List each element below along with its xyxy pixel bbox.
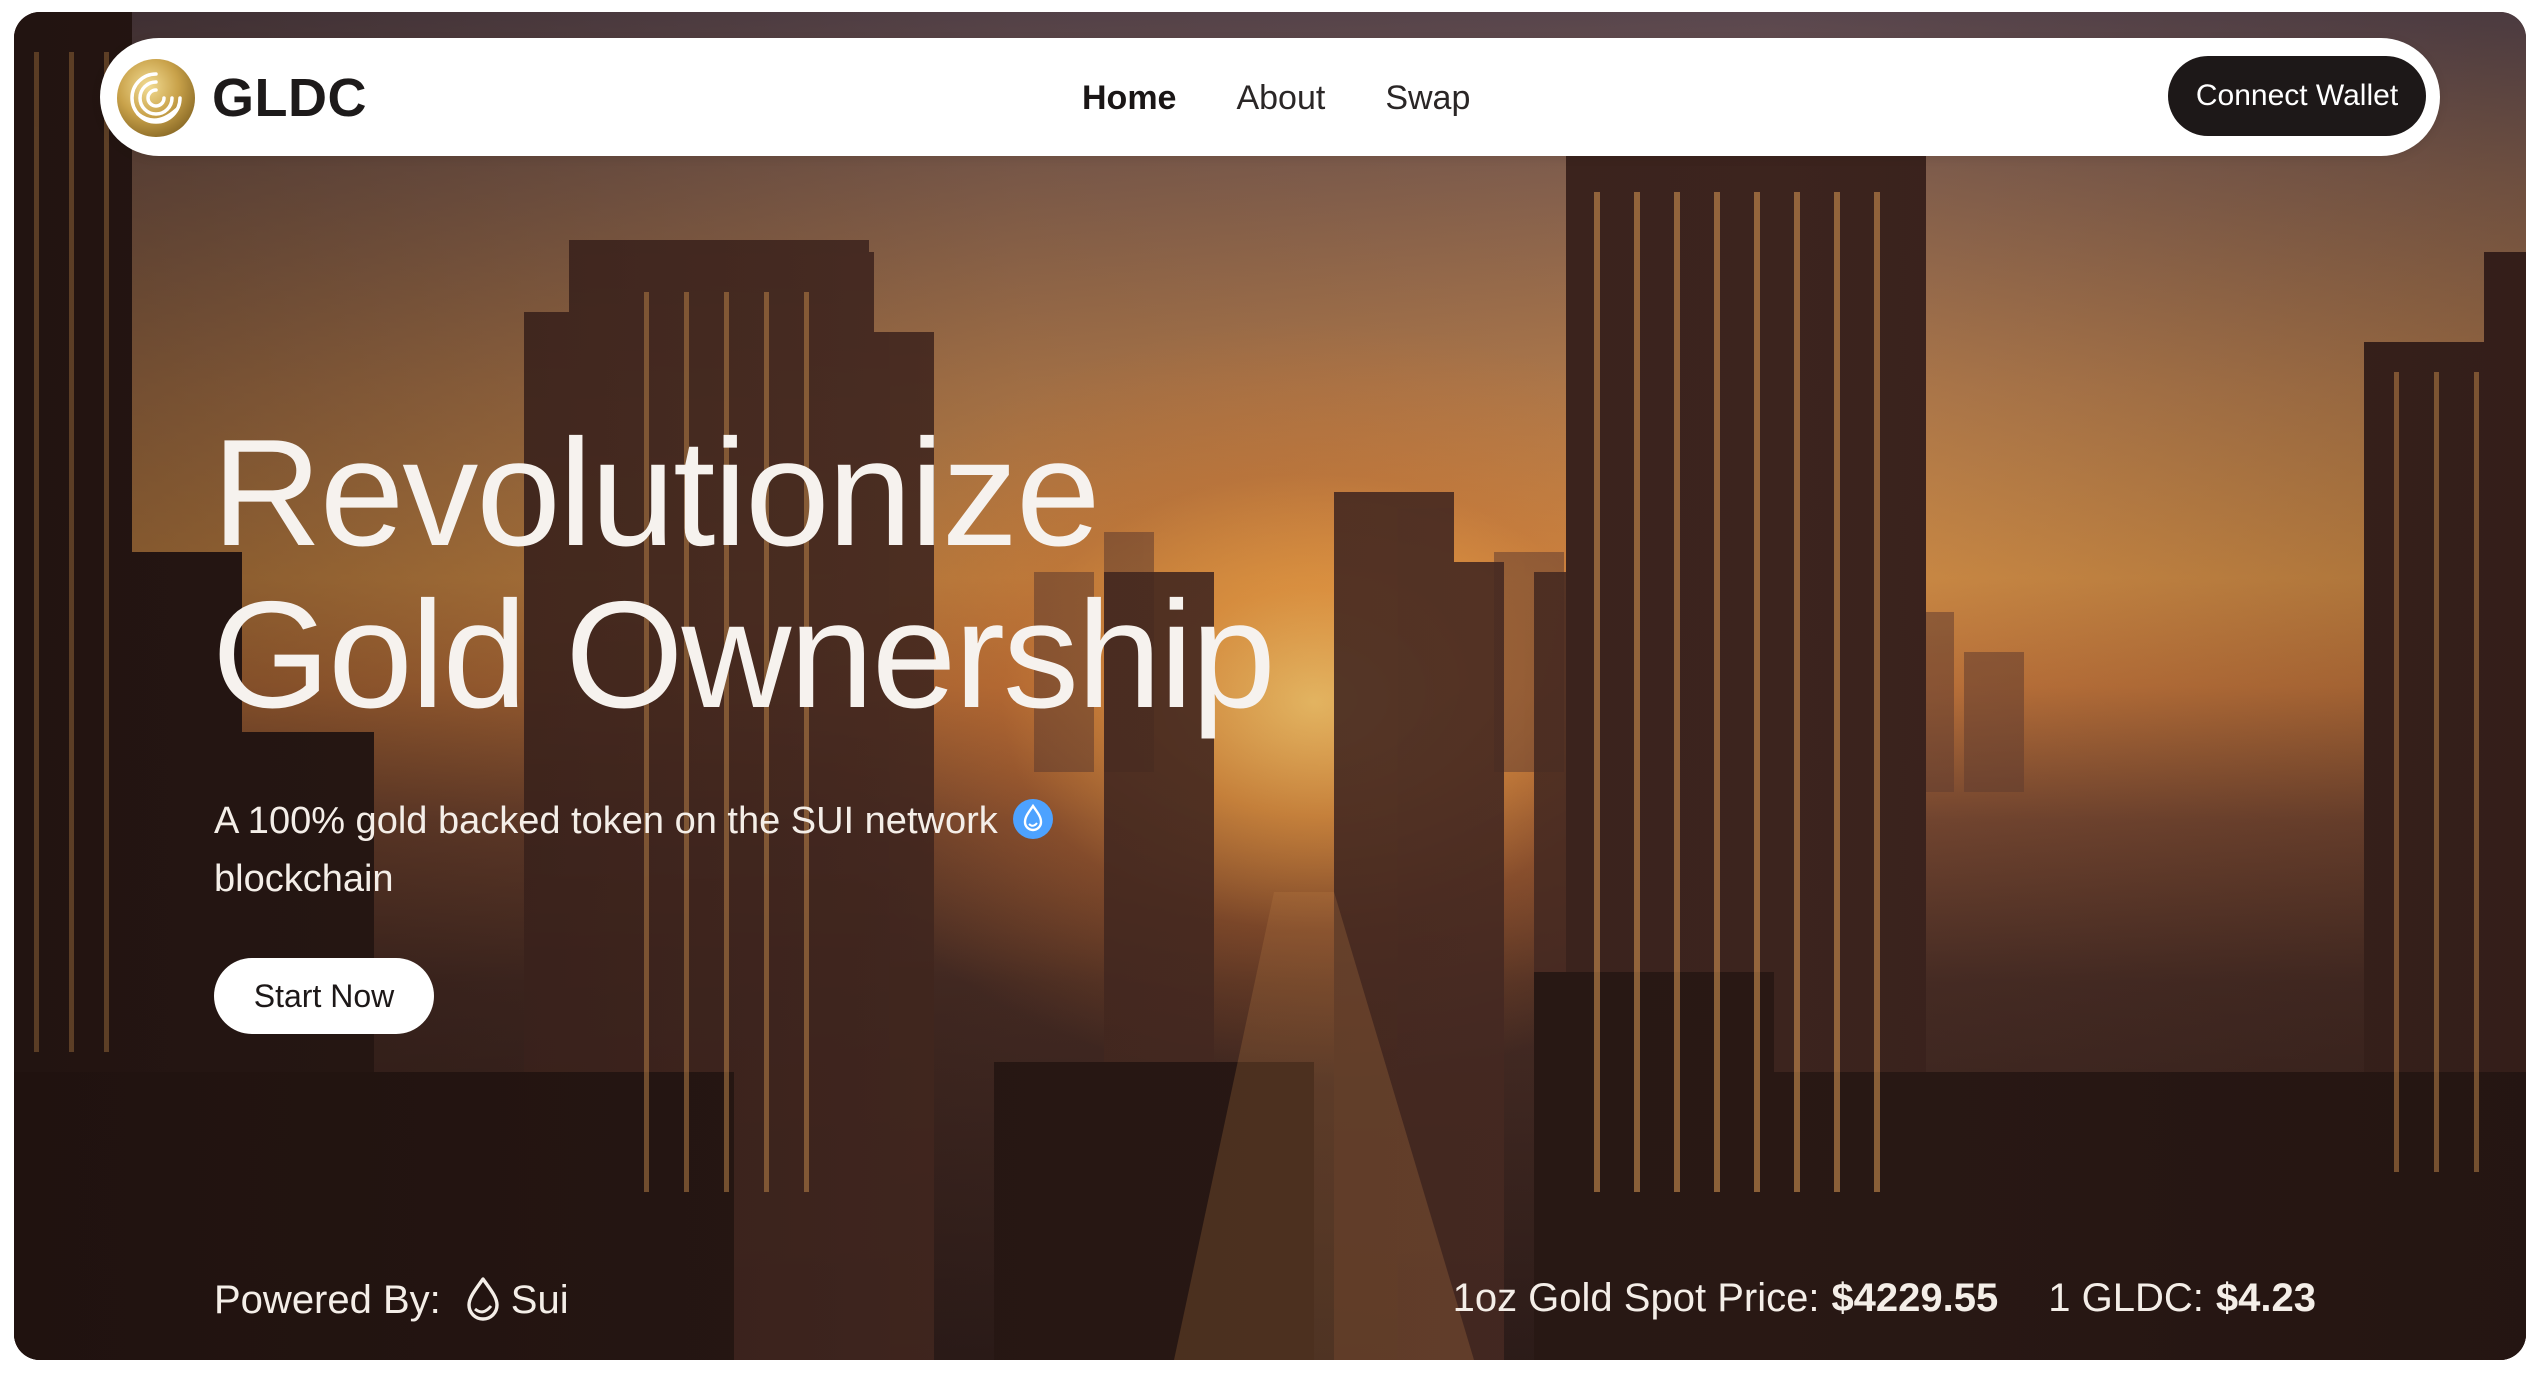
connect-wallet-button[interactable]: Connect Wallet: [2168, 56, 2426, 136]
sui-droplet-icon: [1012, 798, 1053, 839]
nav-link-home[interactable]: Home: [1082, 78, 1176, 118]
price-ticker: 1oz Gold Spot Price: $4229.55 1 GLDC: $4…: [1453, 1276, 2316, 1321]
hero-headline: Revolutionize Gold Ownership: [212, 412, 1812, 736]
brand-name: GLDC: [212, 68, 367, 128]
gldc-token-label: 1 GLDC:: [2048, 1276, 2204, 1320]
powered-by-name[interactable]: Sui: [511, 1278, 569, 1323]
gldc-token-value: $4.23: [2215, 1276, 2316, 1320]
nav-link-swap[interactable]: Swap: [1385, 78, 1470, 118]
gold-spot-label: 1oz Gold Spot Price:: [1452, 1276, 1820, 1320]
hero-subtitle: A 100% gold backed token on the SUI netw…: [214, 792, 1214, 908]
page-frame: GLDC Home About Swap Connect Wallet Revo…: [14, 12, 2526, 1360]
hero-headline-line1: Revolutionize: [212, 408, 1101, 578]
gold-spot-value: $4229.55: [1831, 1276, 1999, 1320]
hero-headline-line2: Gold Ownership: [212, 570, 1276, 740]
hero-subtitle-line2: blockchain: [214, 858, 394, 900]
powered-by: Powered By: Sui: [214, 1276, 569, 1324]
brand-logo[interactable]: GLDC: [116, 58, 367, 138]
sui-logo-icon: [467, 1277, 499, 1321]
powered-by-label: Powered By:: [214, 1277, 441, 1322]
gldc-token-price: 1 GLDC: $4.23: [2048, 1276, 2316, 1321]
nav-link-about[interactable]: About: [1236, 78, 1325, 118]
gldc-gold-coin-icon: [117, 59, 195, 137]
top-navbar: GLDC Home About Swap Connect Wallet: [100, 38, 2440, 156]
hero-subtitle-text: A 100% gold backed token on the SUI netw…: [214, 800, 998, 842]
start-now-button[interactable]: Start Now: [214, 958, 434, 1034]
nav-menu: Home About Swap: [1082, 78, 1530, 118]
gold-spot-price: 1oz Gold Spot Price: $4229.55: [1453, 1276, 1999, 1321]
